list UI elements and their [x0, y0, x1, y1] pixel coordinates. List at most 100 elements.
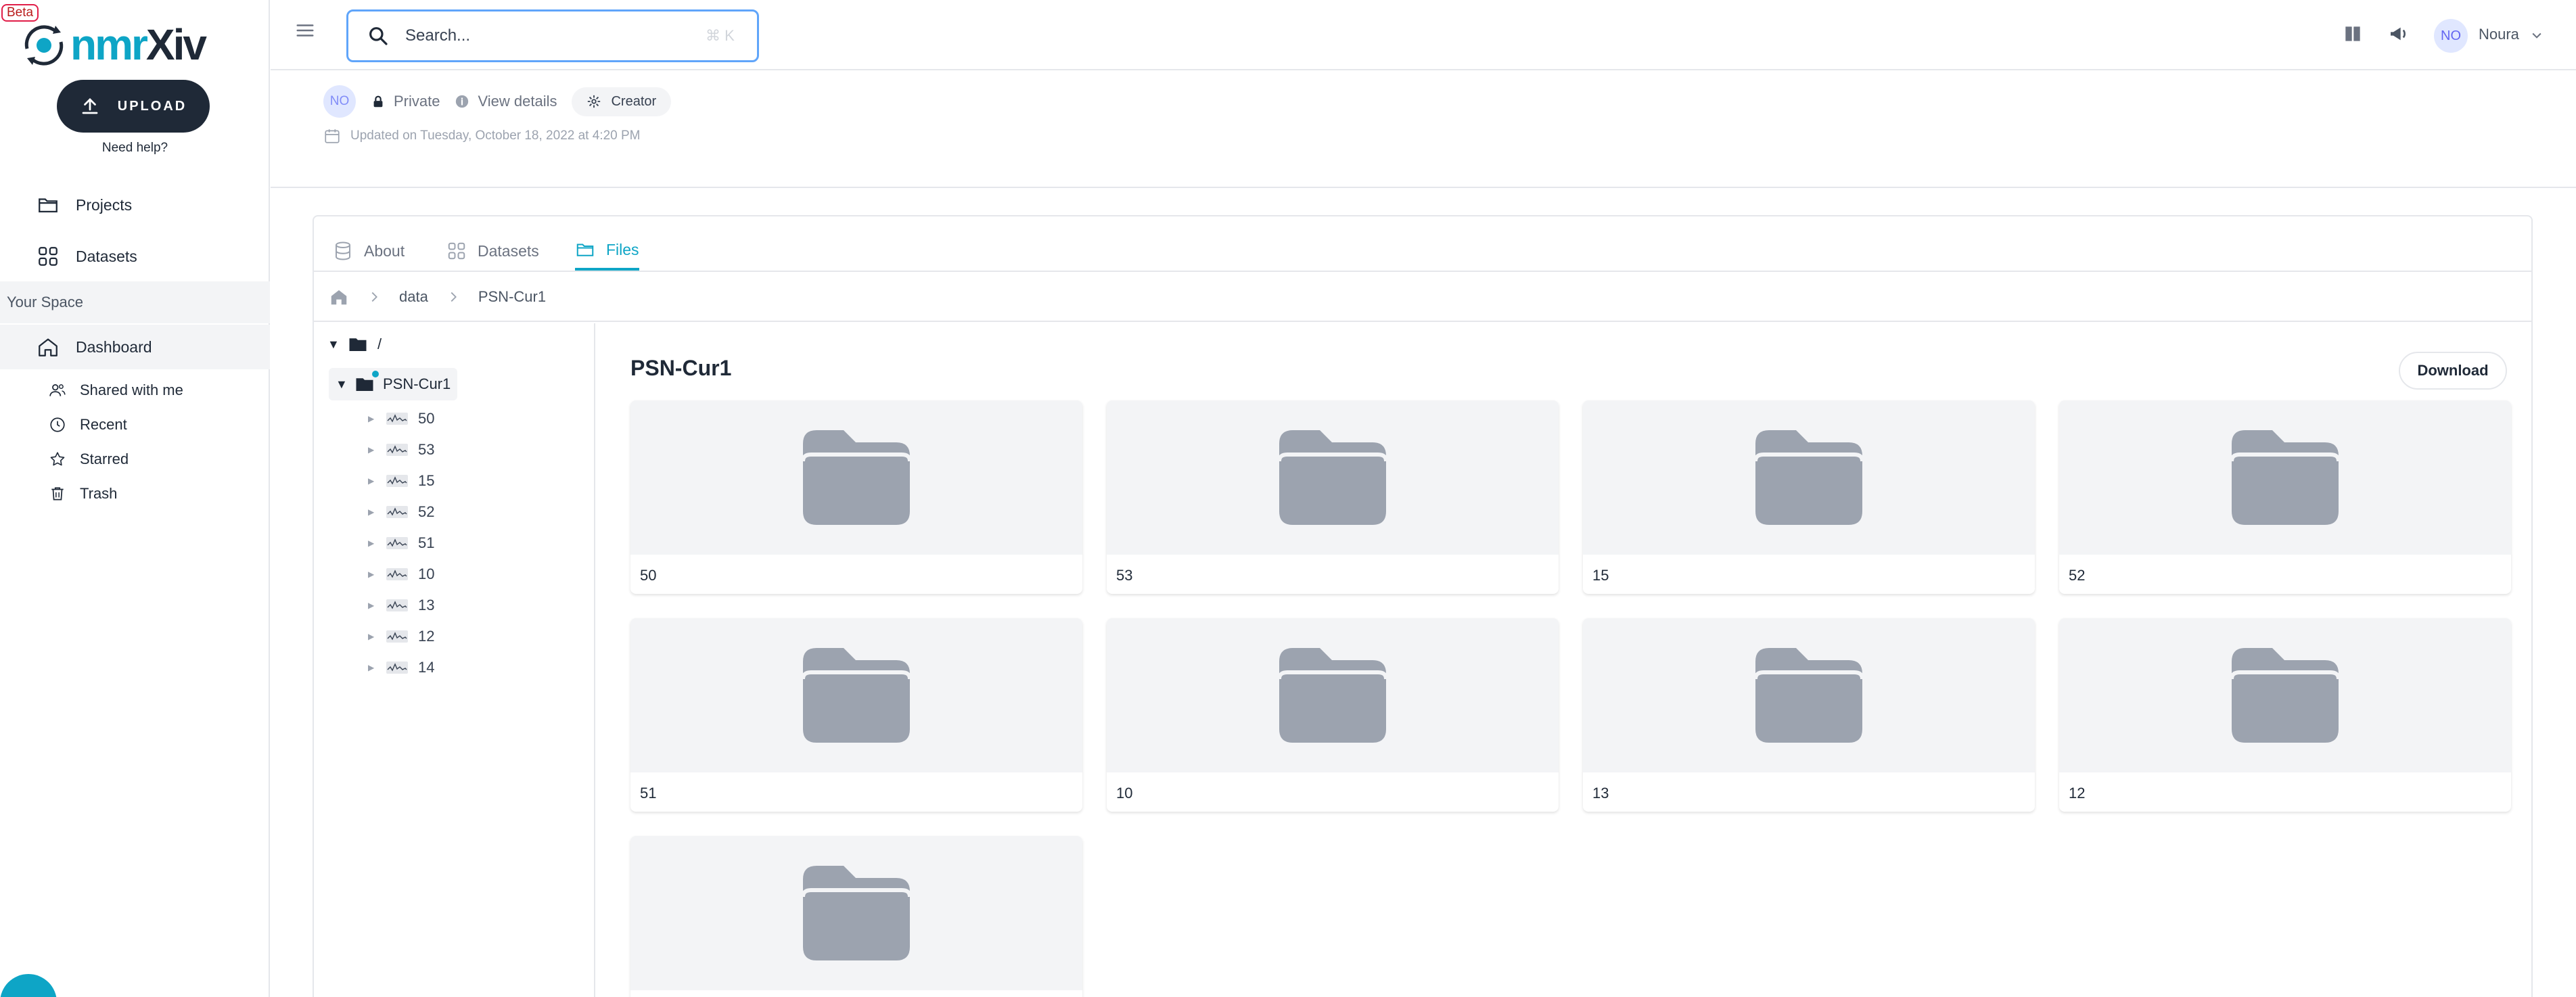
tree-node[interactable]: ▶ 14	[368, 659, 434, 676]
spectrum-icon	[386, 475, 408, 487]
folder-thumbnail	[2059, 618, 2511, 772]
caret-right-icon[interactable]: ▶	[368, 570, 376, 579]
folder-card[interactable]: 14	[630, 836, 1082, 997]
book-icon[interactable]	[2342, 23, 2364, 45]
visibility-label: Private	[394, 93, 440, 110]
caret-right-icon[interactable]: ▶	[368, 445, 376, 455]
folder-icon	[1279, 430, 1386, 525]
breadcrumb-item[interactable]: PSN-Cur1	[478, 288, 546, 306]
caret-right-icon[interactable]: ▶	[368, 663, 376, 672]
tree-node[interactable]: ▶ 15	[368, 472, 434, 490]
sidebar-item-projects[interactable]: Projects	[37, 193, 132, 216]
tree-root[interactable]: ▼ /	[327, 334, 382, 354]
tab-files[interactable]: Files	[575, 231, 639, 271]
folder-thumbnail	[1583, 618, 2035, 772]
tree-node[interactable]: ▶ 53	[368, 441, 434, 459]
sidebar-item-label: Dashboard	[76, 338, 152, 356]
folder-label: 13	[1592, 785, 1609, 802]
caret-right-icon[interactable]: ▶	[368, 414, 376, 423]
spectrum-icon	[386, 444, 408, 456]
folder-thumbnail	[630, 618, 1082, 772]
owner-avatar[interactable]: NO	[323, 85, 356, 118]
tree-node-label: 51	[418, 534, 435, 551]
beta-badge: Beta	[1, 4, 39, 22]
home-icon	[39, 338, 58, 356]
caret-right-icon[interactable]: ▶	[368, 538, 376, 548]
folder-card[interactable]: 10	[1107, 618, 1559, 812]
sidebar-item-starred[interactable]: Starred	[49, 450, 129, 468]
folder-label: 51	[640, 785, 657, 802]
caret-down-icon[interactable]: ▼	[327, 338, 340, 352]
tab-about[interactable]: About	[333, 231, 405, 271]
sidebar-item-datasets[interactable]: Datasets	[37, 245, 137, 268]
caret-right-icon[interactable]: ▶	[368, 601, 376, 610]
caret-right-icon[interactable]: ▶	[368, 507, 376, 517]
folder-card[interactable]: 15	[1583, 400, 2035, 594]
folder-icon	[803, 430, 910, 525]
folder-card[interactable]: 13	[1583, 618, 2035, 812]
folder-card[interactable]: 12	[2059, 618, 2511, 812]
tab-bar: About Datasets Files	[314, 216, 2531, 272]
folder-thumbnail	[630, 400, 1082, 555]
divider	[271, 187, 2576, 188]
spectrum-icon	[386, 537, 408, 549]
help-chat-button[interactable]	[0, 974, 57, 997]
menu-icon[interactable]	[295, 20, 315, 41]
download-button[interactable]: Download	[2399, 352, 2507, 390]
folder-card[interactable]: 51	[630, 618, 1082, 812]
search-box[interactable]: ⌘ K	[346, 9, 759, 62]
grid-icon	[448, 242, 465, 260]
user-avatar[interactable]: NO	[2434, 19, 2468, 53]
files-panel: About Datasets Files data PSN-Cur1 ▼ / ▼…	[313, 215, 2533, 997]
folder-card[interactable]: 50	[630, 400, 1082, 594]
breadcrumb-item[interactable]: data	[399, 288, 428, 306]
logo-text: nmrXiv	[70, 20, 207, 69]
folder-icon	[1755, 648, 1862, 743]
tree-node-selected[interactable]: ▼ PSN-Cur1	[329, 368, 458, 400]
tree-node-label: 14	[418, 659, 435, 676]
visibility-badge[interactable]: Private	[371, 93, 440, 110]
caret-down-icon[interactable]: ▼	[336, 377, 348, 392]
sidebar-item-trash[interactable]: Trash	[49, 485, 117, 503]
tab-label: Datasets	[478, 241, 539, 260]
tree-node[interactable]: ▶ 10	[368, 565, 434, 583]
user-name[interactable]: Noura	[2479, 26, 2519, 43]
sidebar-item-recent[interactable]: Recent	[49, 416, 127, 434]
sidebar-item-shared[interactable]: Shared with me	[49, 381, 183, 399]
caret-right-icon[interactable]: ▶	[368, 632, 376, 641]
sidebar: Beta nmrXiv UPLOAD Need help? Projects D…	[0, 0, 270, 997]
tree-node-label: 12	[418, 628, 435, 645]
sidebar-item-dashboard[interactable]: Dashboard	[37, 335, 152, 358]
sidebar-item-label: Starred	[80, 450, 129, 467]
tree-node[interactable]: ▶ 51	[368, 534, 434, 552]
clock-icon	[50, 417, 65, 432]
tree-node-label: 10	[418, 565, 435, 582]
folder-thumbnail	[2059, 400, 2511, 555]
file-tree: ▼ / ▼ PSN-Cur1 ▶ 50 ▶ 53 ▶ 15 ▶ 52 ▶ 51 ▶ 10 ▶…	[314, 323, 595, 997]
spectrum-icon	[386, 506, 408, 518]
tree-node[interactable]: ▶ 52	[368, 503, 434, 521]
upload-button[interactable]: UPLOAD	[57, 80, 210, 133]
folder-card[interactable]: 53	[1107, 400, 1559, 594]
tree-node[interactable]: ▶ 13	[368, 597, 434, 614]
chevron-down-icon[interactable]	[2530, 28, 2544, 42]
sidebar-item-label: Datasets	[76, 247, 137, 265]
folder-title: PSN-Cur1	[630, 356, 732, 380]
view-details-link[interactable]: View details	[455, 93, 557, 110]
updated-timestamp: Updated on Tuesday, October 18, 2022 at …	[323, 127, 640, 145]
home-icon[interactable]	[329, 287, 349, 307]
folder-card[interactable]: 52	[2059, 400, 2511, 594]
users-icon	[49, 384, 66, 396]
megaphone-icon[interactable]	[2388, 23, 2410, 45]
cog-icon	[588, 95, 601, 108]
folder-thumbnail	[1583, 400, 2035, 555]
search-input[interactable]	[405, 26, 689, 45]
caret-right-icon[interactable]: ▶	[368, 476, 376, 486]
logo-mark-icon	[24, 25, 64, 66]
folder-label: 53	[1116, 567, 1133, 584]
need-help-link[interactable]: Need help?	[0, 141, 270, 156]
tree-node[interactable]: ▶ 50	[368, 410, 434, 427]
info-icon	[456, 95, 469, 108]
tree-node[interactable]: ▶ 12	[368, 628, 434, 645]
tab-datasets[interactable]: Datasets	[446, 231, 539, 271]
